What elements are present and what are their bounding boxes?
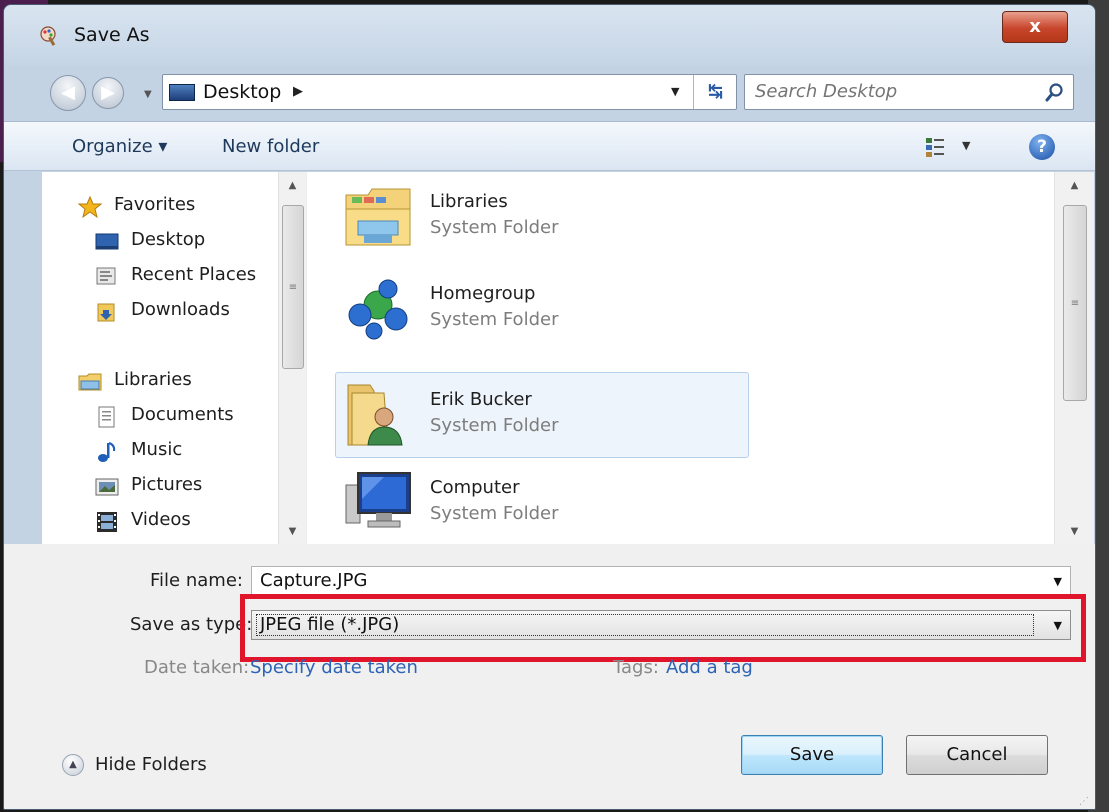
file-item-homegroup[interactable]: Homegroup System Folder — [335, 266, 749, 352]
save-as-dialog: Save As x ◀ ▶ ▼ Desktop ▶ ▼ ↹ Organize ▾… — [3, 4, 1096, 810]
back-arrow-icon: ◀ — [61, 82, 75, 103]
star-icon — [78, 196, 102, 218]
file-type: System Folder — [430, 415, 559, 436]
title-bar: Save As x — [4, 5, 1095, 65]
nav-label: Documents — [131, 404, 234, 425]
forward-button[interactable]: ▶ — [92, 77, 124, 109]
date-taken-label: Date taken: — [144, 657, 250, 678]
chevron-down-icon[interactable]: ▼ — [1054, 575, 1062, 588]
nav-label: Videos — [131, 509, 191, 530]
file-name-value[interactable]: Capture.JPG — [260, 570, 367, 591]
recent-places-icon — [96, 267, 116, 285]
refresh-icon: ↹ — [707, 81, 724, 102]
libraries-folder-icon — [345, 188, 411, 246]
nav-label: Recent Places — [131, 264, 257, 285]
file-type: System Folder — [430, 503, 559, 524]
file-scrollbar[interactable]: ▲ ≡ ▼ — [1054, 172, 1094, 544]
save-type-label: Save as type: — [130, 614, 253, 635]
address-dropdown-icon[interactable]: ▼ — [671, 85, 679, 98]
file-list: Libraries System Folder Homegroup System… — [312, 172, 1057, 544]
organize-menu[interactable]: Organize ▾ — [72, 136, 167, 157]
recent-pages-dropdown[interactable]: ▼ — [144, 89, 152, 100]
file-item-computer[interactable]: Computer System Folder — [335, 460, 749, 546]
forward-arrow-icon: ▶ — [101, 82, 115, 103]
pictures-icon — [95, 478, 119, 496]
nav-label: Downloads — [131, 299, 230, 320]
computer-icon — [345, 472, 411, 528]
refresh-button[interactable]: ↹ — [693, 75, 737, 109]
views-icon[interactable] — [924, 136, 946, 158]
file-scroll-thumb[interactable]: ≡ — [1063, 205, 1087, 401]
file-name: Erik Bucker — [430, 389, 532, 410]
videos-icon — [97, 512, 117, 532]
breadcrumb-arrow-icon[interactable]: ▶ — [293, 84, 303, 99]
file-item-erik-bucker[interactable]: Erik Bucker System Folder — [335, 372, 749, 458]
address-row: ◀ ▶ ▼ Desktop ▶ ▼ ↹ — [4, 67, 1095, 117]
tags-label: Tags: — [613, 657, 659, 678]
nav-label: Desktop — [131, 229, 206, 250]
scroll-up-icon[interactable]: ▲ — [1061, 176, 1088, 196]
file-type: System Folder — [430, 309, 559, 330]
music-icon — [98, 442, 116, 462]
navigation-pane: Favorites Desktop Recent Places Download… — [42, 172, 310, 544]
highlight-annotation — [240, 594, 1086, 662]
scroll-down-icon[interactable]: ▼ — [279, 522, 306, 542]
nav-label: Favorites — [114, 194, 196, 215]
date-taken-link[interactable]: Specify date taken — [250, 657, 418, 678]
tags-link[interactable]: Add a tag — [666, 657, 753, 678]
address-location[interactable]: Desktop — [203, 81, 281, 103]
file-name: Libraries — [430, 191, 508, 212]
save-button[interactable]: Save — [741, 735, 883, 775]
nav-label: Pictures — [131, 474, 203, 495]
new-folder-button[interactable]: New folder — [222, 136, 319, 157]
file-name: Computer — [430, 477, 520, 498]
file-item-libraries[interactable]: Libraries System Folder — [335, 174, 749, 260]
cancel-button[interactable]: Cancel — [906, 735, 1048, 775]
documents-icon — [98, 406, 115, 428]
file-name-field[interactable]: Capture.JPG ▼ — [251, 566, 1071, 596]
browser-content: Favorites Desktop Recent Places Download… — [42, 172, 1094, 544]
address-bar[interactable]: Desktop ▶ ▼ ↹ — [162, 74, 737, 110]
homegroup-icon — [348, 279, 408, 340]
close-button[interactable]: x — [1002, 11, 1068, 43]
back-button[interactable]: ◀ — [50, 75, 86, 111]
user-folder-icon — [347, 384, 403, 446]
window-title: Save As — [74, 24, 150, 46]
hide-folders-label: Hide Folders — [95, 754, 207, 775]
libraries-icon — [78, 373, 102, 391]
desktop-icon — [169, 84, 195, 101]
file-type: System Folder — [430, 217, 559, 238]
nav-label: Music — [131, 439, 183, 460]
search-icon[interactable] — [1043, 81, 1067, 105]
search-input[interactable] — [755, 81, 1025, 102]
save-form: File name: Capture.JPG ▼ Save as type: J… — [4, 544, 1095, 809]
paint-app-icon — [40, 26, 56, 46]
search-box[interactable] — [744, 74, 1074, 110]
file-name-label: File name: — [150, 570, 243, 591]
nav-scroll-thumb[interactable]: ≡ — [282, 205, 304, 369]
resize-grip-icon[interactable]: ⋰ — [1079, 796, 1089, 807]
downloads-icon — [97, 303, 115, 322]
chevron-up-icon: ▲ — [62, 754, 84, 776]
nav-label: Libraries — [114, 369, 192, 390]
command-toolbar: Organize ▾ New folder ▼ ? — [4, 121, 1095, 171]
file-name: Homegroup — [430, 283, 536, 304]
nav-scrollbar[interactable]: ▲ ≡ ▼ — [278, 172, 306, 544]
views-dropdown-icon[interactable]: ▼ — [962, 139, 970, 152]
desktop-icon — [95, 233, 119, 250]
scroll-down-icon[interactable]: ▼ — [1061, 522, 1088, 542]
scroll-up-icon[interactable]: ▲ — [279, 176, 306, 196]
help-icon[interactable]: ? — [1029, 134, 1055, 160]
